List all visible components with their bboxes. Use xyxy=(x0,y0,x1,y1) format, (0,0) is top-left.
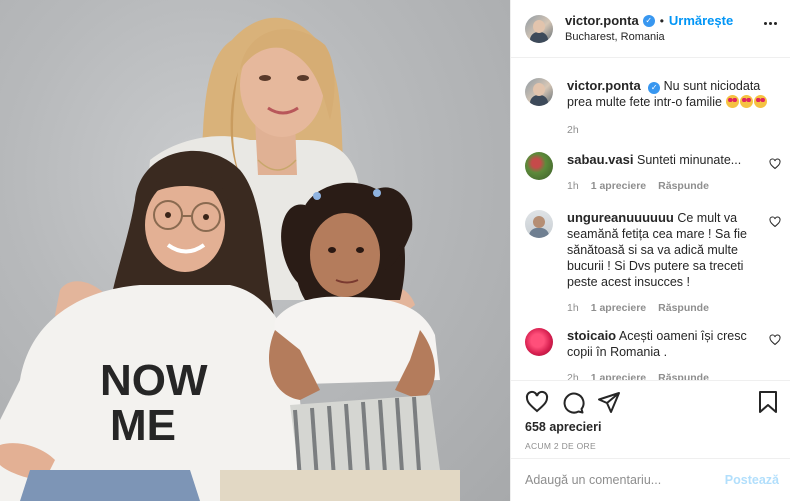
shirt-text-now: NOW xyxy=(100,356,208,405)
comment-time[interactable]: 1h xyxy=(567,178,579,194)
comment-avatar[interactable] xyxy=(525,210,553,238)
comment-username[interactable]: stoicaio xyxy=(567,328,616,343)
share-icon[interactable] xyxy=(597,390,621,414)
bookmark-icon[interactable] xyxy=(757,390,779,414)
follow-button[interactable]: Urmărește xyxy=(669,13,733,29)
instagram-post: NOW ME victor.ponta ✓ • Urmărește Buchar… xyxy=(0,0,790,501)
comment-icon[interactable] xyxy=(561,390,585,414)
post-comment-button[interactable]: Postează xyxy=(725,473,779,487)
caption-time[interactable]: 2h xyxy=(567,122,775,138)
verified-badge-icon: ✓ xyxy=(648,82,661,94)
reply-button[interactable]: Răspunde xyxy=(658,370,709,380)
separator-dot: • xyxy=(659,13,664,28)
comment-likes[interactable]: 1 apreciere xyxy=(591,370,646,380)
comment-time[interactable]: 1h xyxy=(567,300,579,316)
comment-item: ungureanuuuuuu Ce mult va seamănă fetița… xyxy=(525,210,781,316)
heart-eyes-emoji-icon xyxy=(754,95,768,108)
comment-text: Sunteti minunate... xyxy=(636,153,742,167)
comment-time[interactable]: 2h xyxy=(567,370,579,380)
comment-username[interactable]: sabau.vasi xyxy=(567,152,634,167)
comment-input[interactable] xyxy=(525,473,725,487)
location-link[interactable]: Bucharest, Romania xyxy=(565,29,733,45)
comment-heart-icon[interactable] xyxy=(769,158,781,170)
post-header-text: victor.ponta ✓ • Urmărește Bucharest, Ro… xyxy=(565,13,733,45)
post-actions: 658 aprecieri ACUM 2 DE ORE xyxy=(511,380,790,458)
heart-eyes-emoji-icon xyxy=(740,95,754,108)
avatar[interactable] xyxy=(525,14,553,43)
comment-avatar[interactable] xyxy=(525,328,553,356)
reply-button[interactable]: Răspunde xyxy=(658,300,709,316)
verified-badge-icon: ✓ xyxy=(642,14,655,27)
post-caption: victor.ponta ✓ Nu sunt niciodata prea mu… xyxy=(525,78,775,138)
caption-avatar[interactable] xyxy=(525,78,553,106)
post-photo[interactable]: NOW ME xyxy=(0,0,510,501)
comment-item: stoicaio Acești oameni își cresc copii î… xyxy=(525,328,781,380)
heart-eyes-emoji-icon xyxy=(726,95,740,108)
comment-heart-icon[interactable] xyxy=(769,334,781,346)
more-options-icon[interactable] xyxy=(764,22,777,25)
reply-button[interactable]: Răspunde xyxy=(658,178,709,194)
post-timestamp[interactable]: ACUM 2 DE ORE xyxy=(525,441,596,451)
comment-avatar[interactable] xyxy=(525,152,553,180)
comment-username[interactable]: ungureanuuuuuu xyxy=(567,210,674,225)
comments-section[interactable]: victor.ponta ✓ Nu sunt niciodata prea mu… xyxy=(511,58,790,380)
post-side-panel: victor.ponta ✓ • Urmărește Bucharest, Ro… xyxy=(510,0,790,501)
comment-item: sabau.vasi Sunteti minunate... 1h 1 apre… xyxy=(525,152,781,194)
add-comment-bar: Postează xyxy=(511,458,790,501)
heart-icon[interactable] xyxy=(525,390,549,414)
caption-username[interactable]: victor.ponta xyxy=(567,78,641,93)
comment-likes[interactable]: 1 apreciere xyxy=(591,300,646,316)
comment-likes[interactable]: 1 apreciere xyxy=(591,178,646,194)
shirt-text-me: ME xyxy=(110,401,176,450)
author-username[interactable]: victor.ponta xyxy=(565,13,639,29)
likes-count[interactable]: 658 aprecieri xyxy=(525,420,601,434)
post-header: victor.ponta ✓ • Urmărește Bucharest, Ro… xyxy=(511,0,790,58)
comment-heart-icon[interactable] xyxy=(769,216,781,228)
family-photo-illustration: NOW ME xyxy=(0,17,460,501)
